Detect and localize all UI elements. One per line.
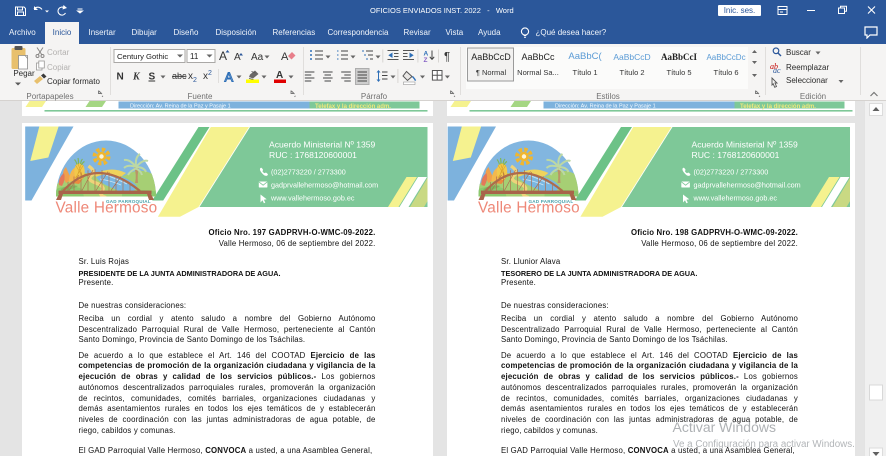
svg-text:ac: ac xyxy=(773,66,781,75)
svg-text:A: A xyxy=(281,51,289,63)
svg-text:A: A xyxy=(219,49,227,63)
svg-text:2: 2 xyxy=(208,70,212,77)
svg-text:A: A xyxy=(225,70,234,85)
svg-text:2: 2 xyxy=(193,77,197,84)
svg-text:S: S xyxy=(149,72,156,83)
svg-text:abc: abc xyxy=(172,71,187,81)
svg-text:A: A xyxy=(276,70,283,81)
svg-text:A: A xyxy=(234,52,241,63)
svg-text:K: K xyxy=(132,72,141,83)
svg-text:Aa: Aa xyxy=(251,52,264,63)
svg-text:¶: ¶ xyxy=(444,52,450,64)
svg-text:N: N xyxy=(117,72,124,83)
svg-text:Z: Z xyxy=(424,57,428,64)
